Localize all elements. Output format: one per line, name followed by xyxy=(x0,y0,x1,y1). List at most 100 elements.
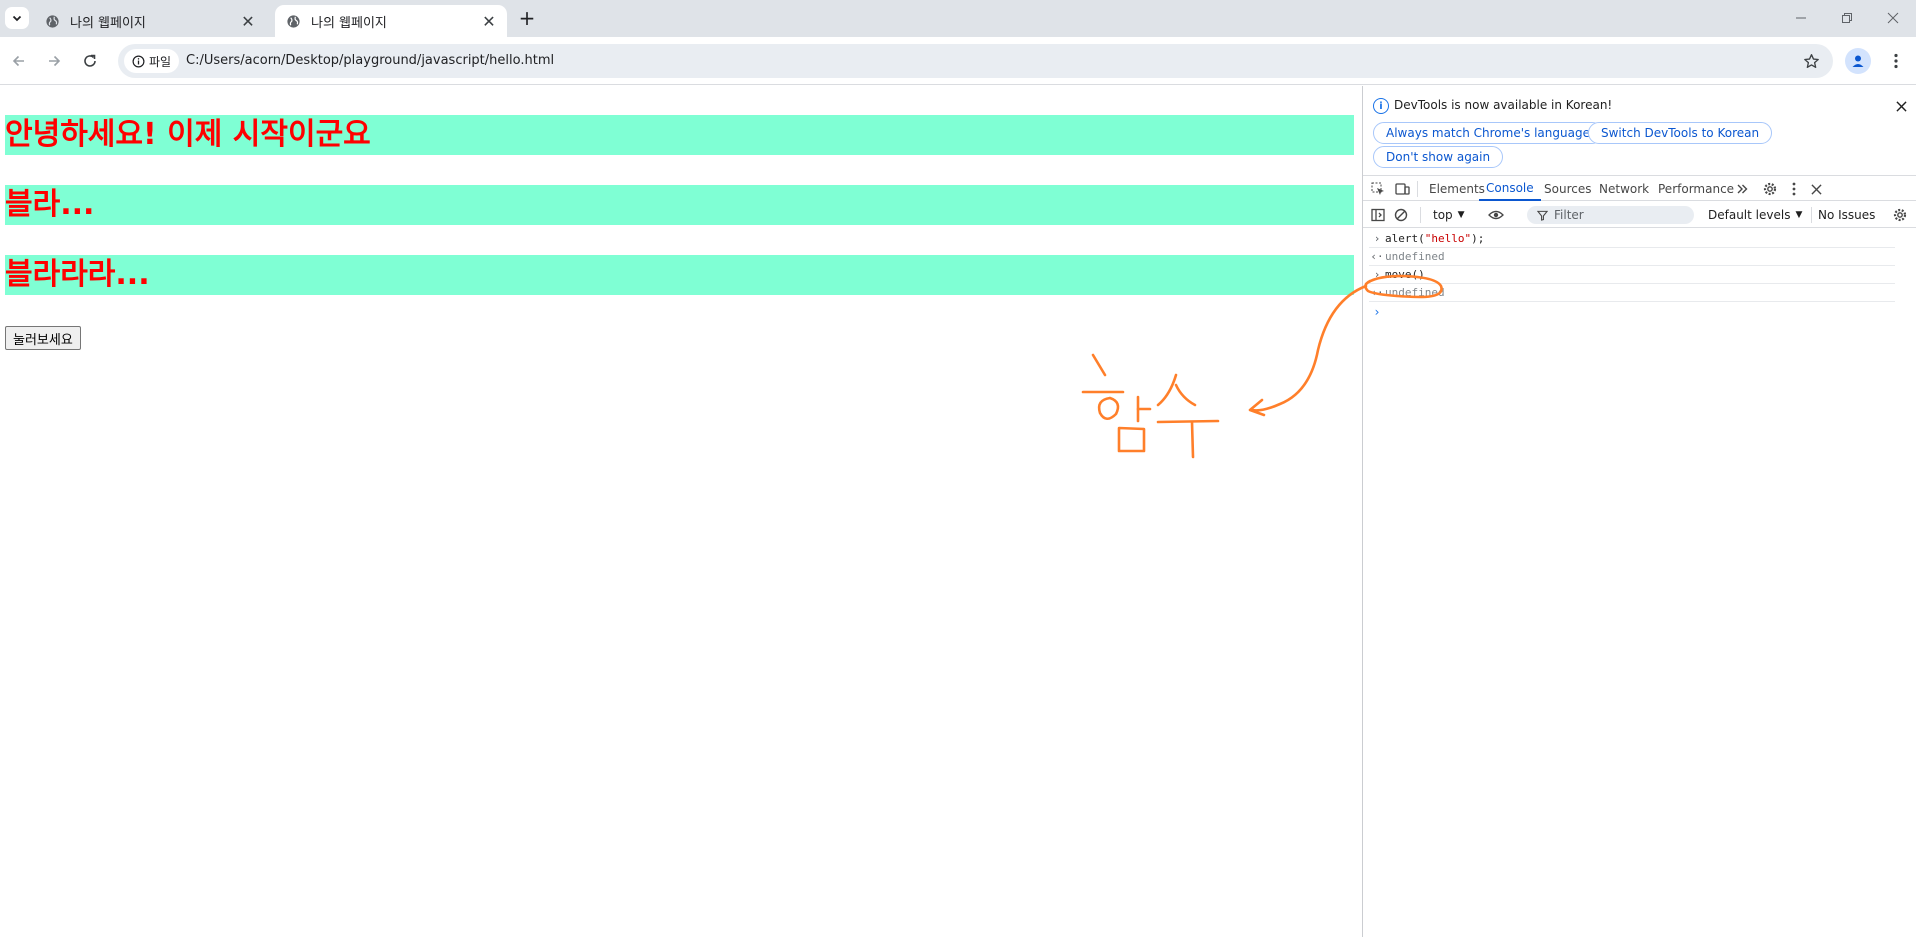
page-viewport: 안녕하세요! 이제 시작이군요 블라... 블라라라... 눌러보세요 xyxy=(0,86,1362,937)
live-expression-button[interactable] xyxy=(1487,206,1505,224)
console-prompt[interactable]: › xyxy=(1369,302,1916,322)
chevron-down-icon xyxy=(12,15,22,22)
page-heading-1: 안녕하세요! 이제 시작이군요 xyxy=(5,115,1354,155)
tab-network[interactable]: Network xyxy=(1599,176,1649,201)
toolbar-divider xyxy=(1811,207,1812,223)
close-window-button[interactable] xyxy=(1876,6,1910,30)
switch-to-korean-button[interactable]: Switch DevTools to Korean xyxy=(1588,122,1773,144)
console-input-line: › move() xyxy=(1369,266,1895,284)
console-input-line: › alert("hello"); xyxy=(1369,230,1895,248)
reload-icon xyxy=(84,54,96,67)
kebab-menu-icon xyxy=(1792,182,1796,196)
issues-counter[interactable]: No Issues xyxy=(1818,206,1875,224)
clear-console-button[interactable] xyxy=(1392,206,1410,224)
context-value: top xyxy=(1433,208,1453,222)
filter-placeholder: Filter xyxy=(1554,208,1584,222)
tab-strip: 나의 웹페이지 ✕ 나의 웹페이지 ✕ + xyxy=(0,0,1916,37)
close-tab-icon[interactable]: ✕ xyxy=(238,11,258,31)
console-result: undefined xyxy=(1385,286,1445,299)
minimize-button[interactable] xyxy=(1784,6,1818,30)
caret-down-icon: ▼ xyxy=(1457,210,1465,220)
chip-label: 파일 xyxy=(149,54,172,69)
console-filter-input[interactable]: Filter xyxy=(1527,206,1694,224)
close-icon xyxy=(1810,183,1822,195)
globe-icon xyxy=(285,13,301,29)
toolbar-divider xyxy=(1420,207,1421,223)
close-icon xyxy=(1895,100,1907,112)
devtools-tab-bar: Elements Console Sources Network Perform… xyxy=(1363,175,1916,201)
forward-button[interactable] xyxy=(41,48,67,74)
devtools-menu-button[interactable] xyxy=(1785,180,1803,198)
minimize-icon xyxy=(1796,17,1806,19)
inspect-icon xyxy=(1371,182,1384,195)
star-icon xyxy=(1803,53,1819,68)
console-toolbar: top ▼ Filter Default levels ▼ No Issues xyxy=(1363,202,1916,228)
devtools-language-infobar: i DevTools is now available in Korean! A… xyxy=(1363,86,1916,175)
url-text[interactable]: C:/Users/acorn/Desktop/playground/javasc… xyxy=(186,53,554,68)
arrow-right-icon xyxy=(49,55,61,67)
filter-icon xyxy=(1537,210,1548,221)
toolbar-divider xyxy=(1417,181,1418,197)
close-icon xyxy=(1887,12,1899,24)
prompt-chevron-icon: › xyxy=(1374,305,1380,319)
dont-show-again-button[interactable]: Don't show again xyxy=(1373,146,1504,168)
console-settings-button[interactable] xyxy=(1891,206,1909,224)
site-info-chip[interactable]: 파일 xyxy=(124,49,180,73)
press-me-button[interactable]: 눌러보세요 xyxy=(5,326,81,350)
devtools-panel: i DevTools is now available in Korean! A… xyxy=(1362,86,1916,937)
browser-menu-button[interactable] xyxy=(1884,49,1908,73)
avatar-icon xyxy=(1852,55,1864,67)
device-icon xyxy=(1394,183,1410,195)
browser-tab-1[interactable]: 나의 웹페이지 ✕ xyxy=(34,5,266,37)
bookmark-button[interactable] xyxy=(1799,49,1823,73)
reload-button[interactable] xyxy=(77,48,103,74)
sidebar-icon xyxy=(1371,208,1385,222)
show-sidebar-button[interactable] xyxy=(1369,206,1387,224)
context-selector[interactable]: top ▼ xyxy=(1433,206,1465,224)
close-tab-icon[interactable]: ✕ xyxy=(479,11,499,31)
tab-performance[interactable]: Performance xyxy=(1658,176,1734,201)
tab-title: 나의 웹페이지 xyxy=(311,15,387,31)
log-levels-dropdown[interactable]: Default levels ▼ xyxy=(1708,206,1802,224)
tab-console[interactable]: Console xyxy=(1479,176,1541,201)
prompt-chevron-icon: › xyxy=(1373,268,1381,281)
always-match-language-button[interactable]: Always match Chrome's language xyxy=(1373,122,1603,144)
address-bar[interactable]: 파일 C:/Users/acorn/Desktop/playground/jav… xyxy=(118,44,1833,78)
address-toolbar: 파일 C:/Users/acorn/Desktop/playground/jav… xyxy=(0,37,1916,85)
new-tab-button[interactable]: + xyxy=(516,6,538,30)
back-button[interactable] xyxy=(6,48,32,74)
restore-button[interactable] xyxy=(1830,6,1864,30)
console-result: undefined xyxy=(1385,250,1445,263)
levels-value: Default levels xyxy=(1708,208,1791,222)
gear-icon xyxy=(1763,182,1777,196)
tab-title: 나의 웹페이지 xyxy=(70,15,146,31)
browser-tab-2[interactable]: 나의 웹페이지 ✕ xyxy=(275,5,507,37)
kebab-menu-icon xyxy=(1894,53,1898,69)
tab-search-button[interactable] xyxy=(5,7,29,29)
eye-icon xyxy=(1488,210,1504,220)
console-code: alert("hello"); xyxy=(1385,232,1485,245)
close-devtools-button[interactable] xyxy=(1807,180,1825,198)
arrow-left-icon xyxy=(12,55,24,67)
page-heading-2: 블라... xyxy=(5,185,1354,225)
tab-elements[interactable]: Elements xyxy=(1429,176,1485,201)
inspect-element-button[interactable] xyxy=(1369,180,1387,198)
device-toolbar-button[interactable] xyxy=(1393,180,1411,198)
devtools-settings-button[interactable] xyxy=(1761,180,1779,198)
profile-button[interactable] xyxy=(1845,48,1871,74)
prompt-chevron-icon: › xyxy=(1373,232,1381,245)
more-tabs-button[interactable] xyxy=(1733,180,1751,198)
globe-icon xyxy=(44,13,60,29)
page-heading-3: 블라라라... xyxy=(5,255,1354,295)
plus-icon: + xyxy=(518,6,536,30)
caret-down-icon: ▼ xyxy=(1795,210,1803,220)
tab-sources[interactable]: Sources xyxy=(1544,176,1591,201)
info-icon xyxy=(132,55,145,67)
console-code: move() xyxy=(1385,268,1425,281)
console-output: › alert("hello"); ‹· undefined › move() … xyxy=(1363,230,1916,322)
infobar-message: DevTools is now available in Korean! xyxy=(1394,98,1613,112)
restore-icon xyxy=(1842,13,1852,23)
result-arrow-icon: ‹· xyxy=(1370,286,1384,299)
infobar-close-button[interactable] xyxy=(1893,98,1909,114)
console-result-line: ‹· undefined xyxy=(1369,284,1895,302)
